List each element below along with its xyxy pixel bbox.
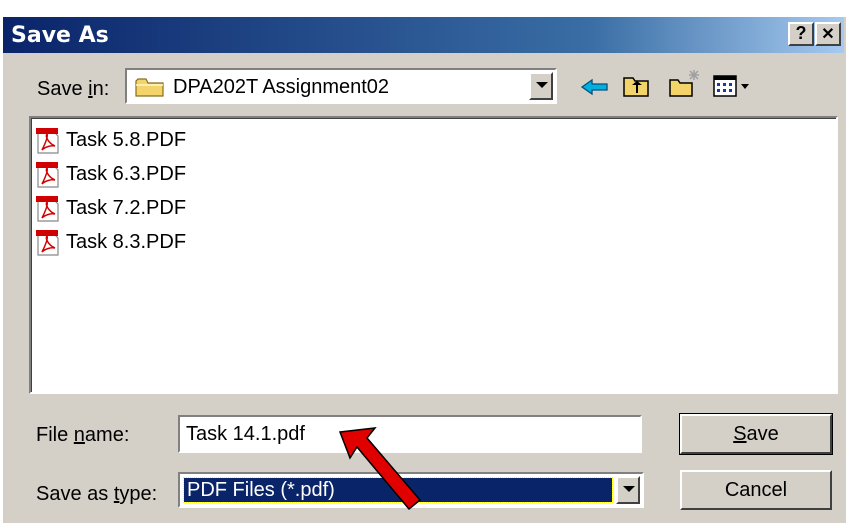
file-name-label: Task 7.2.PDF [66,196,187,219]
file-item[interactable]: Task 5.8.PDF [36,123,186,157]
file-name-label-text: File name: [36,424,130,446]
close-icon: ✕ [821,26,835,43]
window-title: Save As [11,23,109,48]
pdf-file-icon [36,196,59,222]
save-as-type-label: Save as type: [36,483,158,505]
pdf-file-icon [36,162,59,188]
back-arrow-icon[interactable] [580,77,610,97]
red-annotation-arrow [338,427,422,511]
cancel-button[interactable]: Cancel [680,470,832,510]
up-folder-icon[interactable] [622,73,652,99]
pdf-file-icon [36,128,59,154]
view-menu-icon[interactable] [712,73,756,99]
file-name-value: Task 14.1.pdf [186,423,305,445]
help-button[interactable]: ? [788,22,814,46]
file-item[interactable]: Task 6.3.PDF [36,157,186,191]
save-in-combobox[interactable]: DPA202T Assignment02 [125,68,557,104]
file-name-label: Task 6.3.PDF [66,162,187,185]
file-item[interactable]: Task 7.2.PDF [36,191,186,225]
folder-icon [135,78,164,97]
save-in-dropdown-arrow[interactable] [529,72,553,100]
title-bar[interactable]: Save As ? ✕ [3,17,844,53]
save-as-dialog: Save As ? ✕ Save in: DPA202T Assignment0… [0,0,851,523]
save-as-type-dropdown-arrow[interactable] [616,476,640,504]
file-name-label: Task 8.3.PDF [66,230,187,253]
left-margin [0,0,3,523]
new-folder-icon[interactable] [668,68,702,100]
file-item[interactable]: Task 8.3.PDF [36,225,186,259]
save-in-value: DPA202T Assignment02 [173,76,390,98]
save-as-type-value: PDF Files (*.pdf) [187,479,335,501]
help-icon: ? [795,23,807,43]
file-name-label: Task 5.8.PDF [66,128,187,151]
top-margin [0,0,851,17]
save-button[interactable]: Save [679,413,833,455]
close-button[interactable]: ✕ [815,22,841,46]
pdf-file-icon [36,230,59,256]
save-in-label: Save in: [37,78,110,100]
right-margin [846,0,851,523]
